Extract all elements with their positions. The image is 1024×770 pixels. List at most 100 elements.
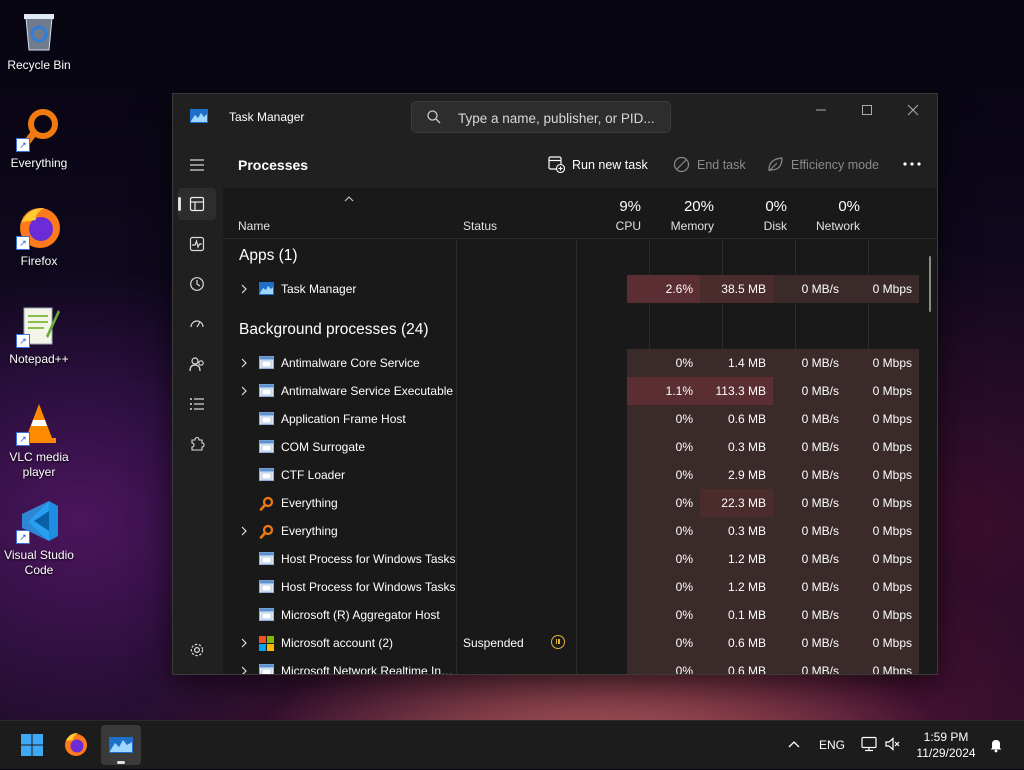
network-cell: 0 Mbps <box>846 433 919 461</box>
clock[interactable]: 1:59 PM 11/29/2024 <box>906 729 986 761</box>
table-row[interactable]: Application Frame Host 0% 0.6 MB 0 MB/s 0 Mb… <box>223 405 937 433</box>
performance-icon <box>189 236 205 252</box>
group-label: Apps (1) <box>239 247 298 264</box>
column-header-network[interactable]: 0% Network <box>796 188 868 238</box>
desktop-icon-firefox[interactable]: ↗ Firefox <box>0 204 78 269</box>
search-box[interactable] <box>411 101 671 133</box>
network-cell: 0 Mbps <box>846 377 919 405</box>
process-name: Everything <box>281 496 338 510</box>
column-header-status[interactable]: Status <box>463 188 573 238</box>
leaf-icon <box>768 157 783 172</box>
nav-startup-apps[interactable] <box>178 308 216 340</box>
table-row[interactable]: Everything 0% 22.3 MB 0 MB/s 0 Mbps <box>223 489 937 517</box>
users-icon <box>189 357 204 372</box>
taskbar-firefox[interactable] <box>56 725 96 765</box>
nav-settings[interactable] <box>178 634 216 666</box>
process-name: Host Process for Windows Tasks <box>281 580 456 594</box>
disk-cell: 0 MB/s <box>773 545 846 573</box>
nav-users[interactable] <box>178 348 216 380</box>
input-language-indicator[interactable]: ENG <box>819 738 845 752</box>
cpu-cell: 0% <box>627 433 700 461</box>
title-bar[interactable]: Task Manager <box>173 94 937 140</box>
cpu-cell: 0% <box>627 545 700 573</box>
left-nav <box>173 140 221 674</box>
table-row[interactable]: Task Manager 2.6% 38.5 MB 0 MB/s 0 Mbps <box>223 275 937 303</box>
minimize-button[interactable] <box>799 96 845 124</box>
everything-app-icon: ↗ <box>16 106 62 152</box>
table-row[interactable]: Everything 0% 0.3 MB 0 MB/s 0 Mbps <box>223 517 937 545</box>
nav-services[interactable] <box>178 428 216 460</box>
table-row[interactable]: Antimalware Service Executable 1.1% 113.3 … <box>223 377 937 405</box>
chevron-right-icon[interactable] <box>240 284 248 294</box>
table-row[interactable]: Antimalware Core Service 0% 1.4 MB 0 MB/s 0 … <box>223 349 937 377</box>
process-name: Microsoft Network Realtime Inspection Se… <box>281 664 456 675</box>
window-icon <box>259 552 274 565</box>
run-task-icon <box>548 156 565 173</box>
search-input[interactable] <box>456 107 665 129</box>
table-row[interactable]: COM Surrogate 0% 0.3 MB 0 MB/s 0 Mbps <box>223 433 937 461</box>
notification-bell-icon[interactable] <box>988 737 1004 753</box>
table-row[interactable]: CTF Loader 0% 2.9 MB 0 MB/s 0 Mbps <box>223 461 937 489</box>
desktop-icon-notepad-plus-plus[interactable]: ↗ Notepad++ <box>0 302 78 367</box>
recycle-bin-icon <box>16 8 62 54</box>
table-row[interactable]: Host Process for Windows Tasks 0% 1.2 MB 0 … <box>223 573 937 601</box>
table-row[interactable]: Microsoft Network Realtime Inspection Se… <box>223 657 937 675</box>
process-name: Task Manager <box>281 282 357 296</box>
show-hidden-icons-chevron-icon[interactable] <box>787 739 801 749</box>
taskbar-task-manager[interactable] <box>101 725 141 765</box>
process-name: Host Process for Windows Tasks <box>281 552 456 566</box>
disk-cell: 0 MB/s <box>773 349 846 377</box>
chevron-right-icon[interactable] <box>240 666 248 675</box>
memory-cell: 113.3 MB <box>700 377 773 405</box>
desktop-icon-label: Firefox <box>20 254 58 268</box>
nav-processes[interactable] <box>178 188 216 220</box>
column-header-cpu[interactable]: 9% CPU <box>577 188 649 238</box>
chevron-right-icon[interactable] <box>240 526 248 536</box>
search-icon <box>427 110 441 124</box>
maximize-button[interactable] <box>845 96 891 124</box>
chevron-right-icon[interactable] <box>240 358 248 368</box>
end-task-icon <box>673 156 690 173</box>
nav-details[interactable] <box>178 388 216 420</box>
network-cell: 0 Mbps <box>846 349 919 377</box>
column-label: Status <box>463 219 498 233</box>
cpu-cell: 0% <box>627 601 700 629</box>
volume-muted-icon[interactable] <box>884 736 902 752</box>
column-header-memory[interactable]: 20% Memory <box>650 188 722 238</box>
table-row[interactable]: Host Process for Windows Tasks 0% 1.2 MB 0 … <box>223 545 937 573</box>
vertical-scrollbar[interactable] <box>929 256 931 312</box>
task-manager-logo-icon <box>190 109 208 123</box>
network-total: 0% <box>838 198 860 215</box>
more-options-button[interactable] <box>901 154 923 174</box>
disk-cell: 0 MB/s <box>773 275 846 303</box>
network-cell: 0 Mbps <box>846 489 919 517</box>
desktop-icon-vscode[interactable]: ↗ Visual Studio Code <box>0 498 78 578</box>
table-row[interactable]: Microsoft (R) Aggregator Host 0% 0.1 MB 0 M… <box>223 601 937 629</box>
disk-cell: 0 MB/s <box>773 405 846 433</box>
close-button[interactable] <box>891 96 937 124</box>
windows-logo-icon <box>21 734 43 756</box>
chevron-right-icon[interactable] <box>240 386 248 396</box>
column-header-name[interactable]: Name <box>238 188 456 238</box>
nav-hamburger-button[interactable] <box>178 149 216 181</box>
table-row[interactable]: Microsoft account (2) Suspended 0% 0.6 MB 0 … <box>223 629 937 657</box>
nav-app-history[interactable] <box>178 268 216 300</box>
chevron-right-icon[interactable] <box>240 638 248 648</box>
column-label: CPU <box>615 219 641 233</box>
memory-cell: 1.2 MB <box>700 545 773 573</box>
nav-performance[interactable] <box>178 228 216 260</box>
cpu-cell: 0% <box>627 405 700 433</box>
network-icon[interactable] <box>860 736 878 752</box>
desktop-icon-recycle-bin[interactable]: Recycle Bin <box>0 8 78 73</box>
desktop-icon-everything[interactable]: ↗ Everything <box>0 106 78 171</box>
column-header-disk[interactable]: 0% Disk <box>723 188 795 238</box>
desktop-icon-vlc[interactable]: ↗ VLC media player <box>0 400 78 480</box>
window-title: Task Manager <box>229 110 305 124</box>
taskbar: ENG 1:59 PM 11/29/2024 <box>0 720 1024 769</box>
suspended-icon <box>551 635 565 649</box>
process-name: Antimalware Core Service <box>281 356 420 370</box>
everything-icon <box>259 496 274 511</box>
network-cell: 0 Mbps <box>846 461 919 489</box>
start-button[interactable] <box>12 725 52 765</box>
memory-cell: 0.1 MB <box>700 601 773 629</box>
